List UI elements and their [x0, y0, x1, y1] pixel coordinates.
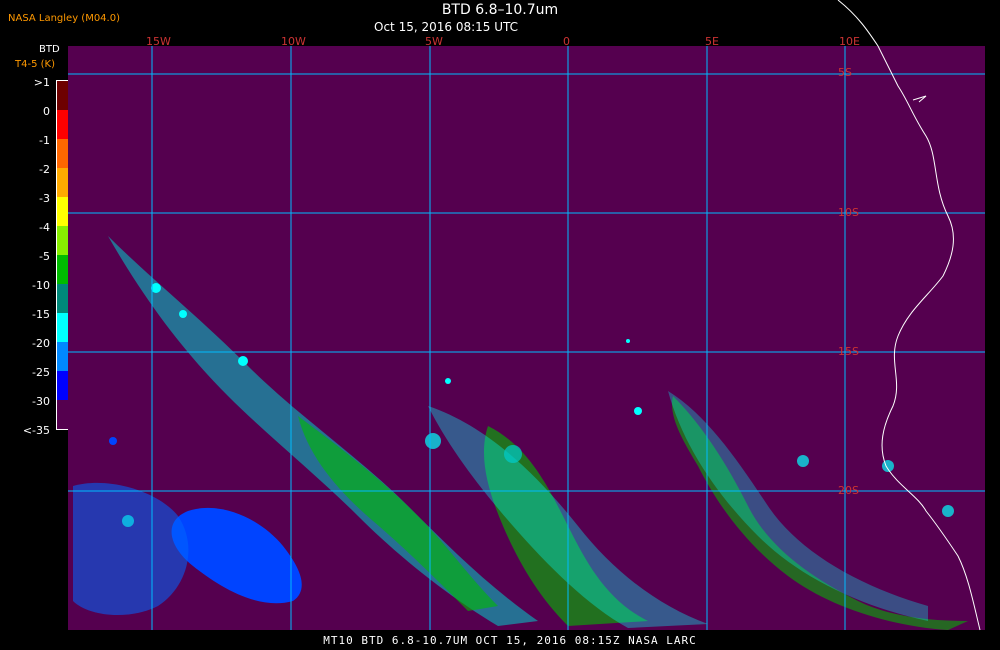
- cloud-cell: [109, 437, 117, 445]
- lon-label-5w: 5W: [425, 35, 443, 48]
- lon-label-5e: 5E: [705, 35, 719, 48]
- cloud-cell: [626, 339, 630, 343]
- lat-label-5s: 5S: [838, 66, 852, 79]
- legend-label: >1: [33, 76, 50, 89]
- legend-label: -20: [32, 337, 50, 350]
- lon-label-10w: 10W: [281, 35, 306, 48]
- lon-label-10e: 10E: [839, 35, 860, 48]
- legend-label: -5: [39, 250, 50, 263]
- legend-label: -10: [32, 279, 50, 292]
- cloud-cell: [942, 505, 954, 517]
- legend-label: -4: [39, 221, 50, 234]
- cloud-cell: [122, 515, 134, 527]
- legend-label: 0: [43, 105, 50, 118]
- lat-label-20s: 20S: [838, 484, 859, 497]
- satellite-map: 15W 10W 5W 0 5E 10E 5S 10S 15S 20S: [68, 0, 985, 631]
- cloud-cell: [179, 310, 187, 318]
- legend-label: -30: [32, 395, 50, 408]
- legend-label: <-35: [22, 424, 50, 437]
- cloud-cell: [797, 455, 809, 467]
- lat-label-15s: 15S: [838, 345, 859, 358]
- footer-caption: MT10 BTD 6.8-10.7UM OCT 15, 2016 08:15Z …: [323, 634, 697, 647]
- legend-label: -25: [32, 366, 50, 379]
- image-timestamp: Oct 15, 2016 08:15 UTC: [374, 20, 518, 34]
- cloud-cell: [882, 460, 894, 472]
- lat-label-10s: 10S: [838, 206, 859, 219]
- cloud-cell: [238, 356, 248, 366]
- lon-label-0: 0: [563, 35, 570, 48]
- cloud-cell: [504, 445, 522, 463]
- legend-label: -3: [39, 192, 50, 205]
- lon-label-15w: 15W: [146, 35, 171, 48]
- legend-label: -1: [39, 134, 50, 147]
- legend-label: -2: [39, 163, 50, 176]
- cloud-cell: [634, 407, 642, 415]
- cloud-cell: [445, 378, 451, 384]
- cloud-cell: [425, 433, 441, 449]
- legend-labels: >1 0 -1 -2 -3 -4 -5 -10 -15 -20 -25 -30 <-35: [0, 0, 52, 650]
- legend-label: -15: [32, 308, 50, 321]
